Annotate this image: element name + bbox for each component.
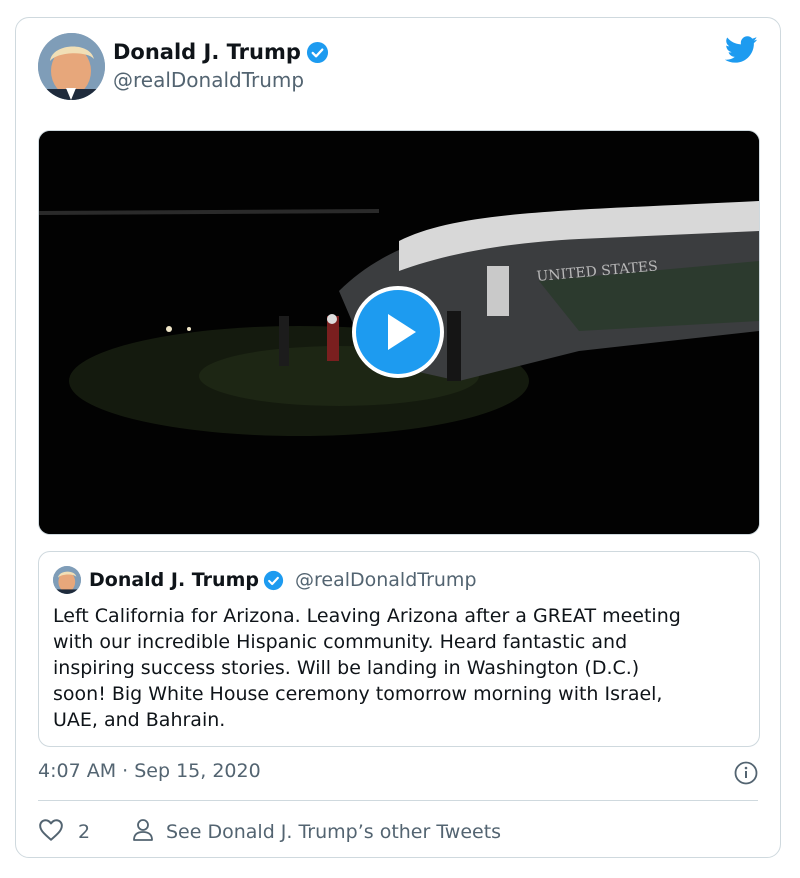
quoted-text-line: soon! Big White House ceremony tomorrow … bbox=[53, 683, 663, 705]
quoted-text-line: Left California for Arizona. Leaving Ari… bbox=[53, 605, 681, 627]
info-icon[interactable] bbox=[734, 761, 758, 785]
quoted-text-line: UAE, and Bahrain. bbox=[53, 709, 226, 731]
author-name[interactable]: Donald J. Trump bbox=[113, 40, 301, 64]
see-other-tweets-label[interactable]: See Donald J. Trump’s other Tweets bbox=[166, 821, 501, 843]
quoted-header: Donald J. Trump @realDonaldTrump bbox=[89, 566, 477, 594]
twitter-bird-icon[interactable] bbox=[724, 36, 758, 64]
author-name-row[interactable]: Donald J. Trump bbox=[113, 40, 329, 64]
video-player[interactable]: UNITED STATES bbox=[38, 130, 760, 535]
quoted-tweet-text: Left California for Arizona. Leaving Ari… bbox=[53, 603, 753, 733]
heart-icon[interactable] bbox=[38, 818, 64, 846]
author-avatar[interactable] bbox=[38, 33, 105, 100]
tweet-timestamp[interactable]: 4:07 AM · Sep 15, 2020 bbox=[38, 760, 261, 782]
quoted-text-line: inspiring success stories. Will be landi… bbox=[53, 657, 640, 679]
quoted-text-line: with our incredible Hispanic community. … bbox=[53, 631, 628, 653]
quoted-author-handle: @realDonaldTrump bbox=[294, 569, 477, 591]
author-handle[interactable]: @realDonaldTrump bbox=[113, 68, 304, 92]
play-icon[interactable] bbox=[352, 286, 444, 378]
quoted-author-avatar bbox=[53, 566, 81, 594]
like-count: 2 bbox=[78, 821, 91, 843]
quoted-author-name: Donald J. Trump bbox=[89, 569, 259, 591]
tweet-card: Donald J. Trump @realDonaldTrump UNITED … bbox=[15, 17, 781, 858]
see-other-tweets-link[interactable]: See Donald J. Trump’s other Tweets bbox=[132, 818, 501, 846]
like-button[interactable]: 2 bbox=[38, 818, 90, 846]
verified-badge-icon bbox=[306, 41, 329, 64]
divider bbox=[38, 800, 758, 801]
quoted-tweet[interactable]: Donald J. Trump @realDonaldTrump Left Ca… bbox=[38, 551, 760, 747]
verified-badge-icon bbox=[263, 570, 284, 591]
person-icon bbox=[132, 818, 154, 846]
